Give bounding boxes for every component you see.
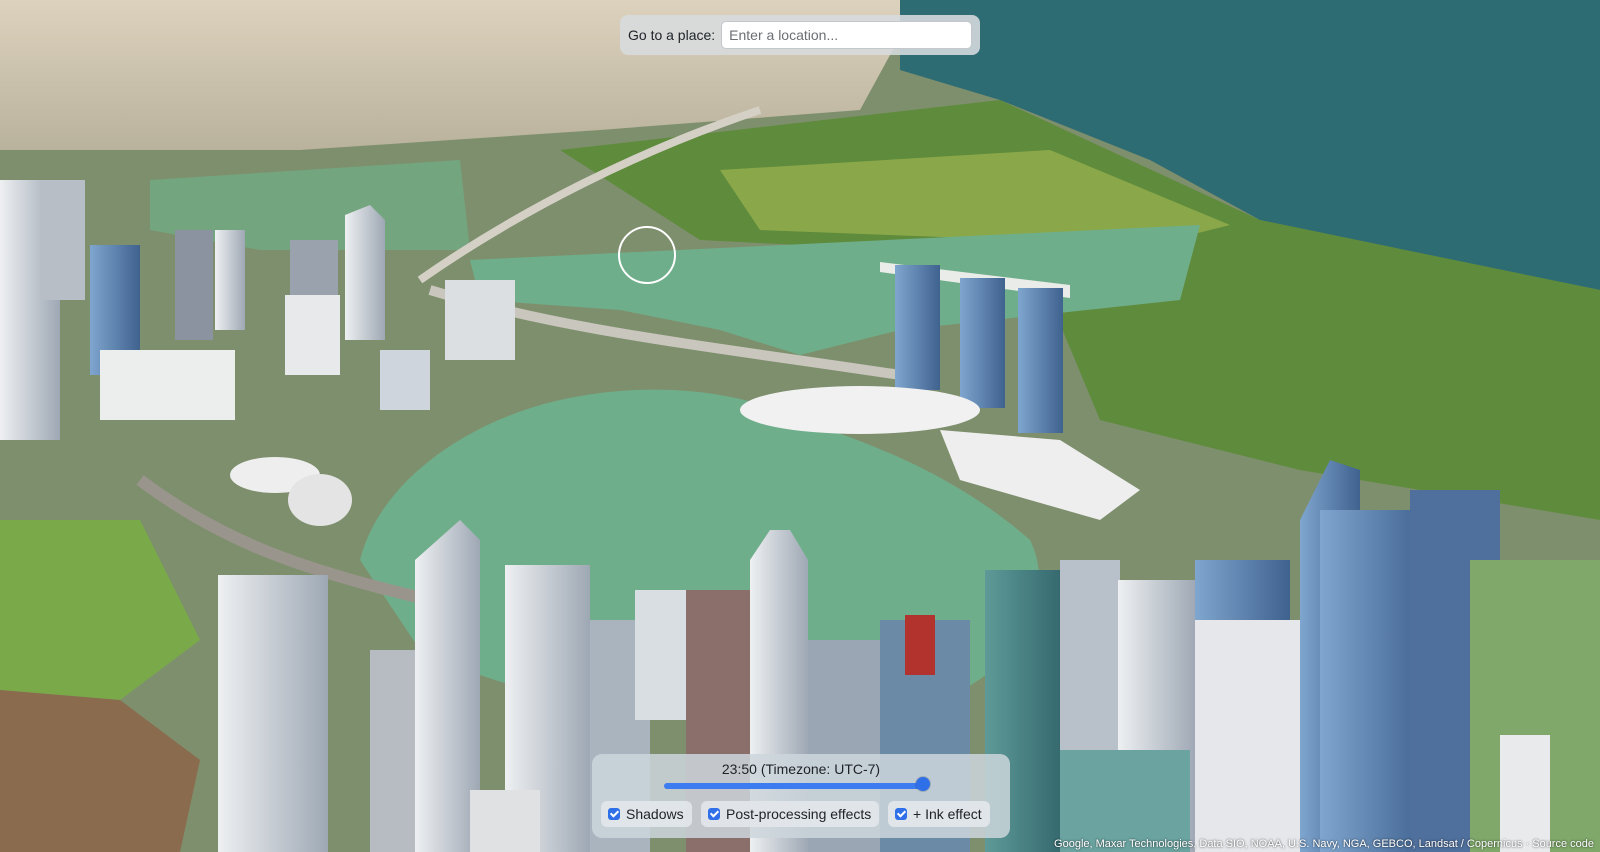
shadows-label: Shadows xyxy=(626,806,684,822)
map-attribution: Google, Maxar Technologies, Data SIO, NO… xyxy=(1054,838,1594,850)
map-3d-view[interactable]: Go to a place: 23:50 (Timezone: UTC-7) S… xyxy=(0,0,1600,852)
post-processing-checkbox[interactable] xyxy=(708,808,720,820)
post-processing-label: Post-processing effects xyxy=(726,806,872,822)
controls-panel: 23:50 (Timezone: UTC-7) Shadows Post-pro… xyxy=(592,754,1010,838)
location-search-input[interactable] xyxy=(721,21,972,49)
ink-effect-toggle[interactable]: + Ink effect xyxy=(888,801,990,827)
search-panel: Go to a place: xyxy=(620,15,980,55)
shadows-checkbox[interactable] xyxy=(608,808,620,820)
search-label: Go to a place: xyxy=(628,27,716,43)
ink-effect-label: + Ink effect xyxy=(913,806,982,822)
time-slider-thumb[interactable] xyxy=(915,777,930,791)
city-scene xyxy=(0,0,1600,852)
source-code-link[interactable]: Source code xyxy=(1532,838,1594,850)
shadows-toggle[interactable]: Shadows xyxy=(601,801,692,827)
post-processing-toggle[interactable]: Post-processing effects xyxy=(701,801,880,827)
time-label: 23:50 (Timezone: UTC-7) xyxy=(721,761,881,777)
time-slider[interactable] xyxy=(664,783,928,789)
ink-effect-checkbox[interactable] xyxy=(895,808,907,820)
attribution-text: Google, Maxar Technologies, Data SIO, NO… xyxy=(1054,838,1523,850)
